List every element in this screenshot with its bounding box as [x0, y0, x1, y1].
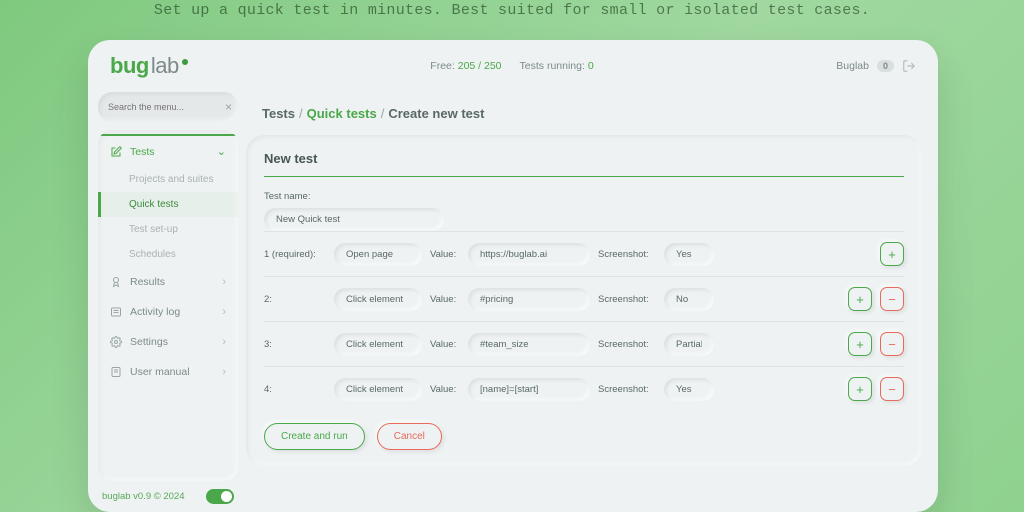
step-row-2: 2: Value: Screenshot: + −: [264, 276, 904, 321]
nav-label: Tests: [130, 146, 155, 158]
main-panel: Tests/Quick tests/Create new test New te…: [246, 92, 938, 512]
step-num: 2:: [264, 294, 326, 305]
clear-search-icon[interactable]: ×: [225, 100, 232, 114]
test-name-label: Test name:: [264, 177, 904, 208]
topbar: buglab Free: 205 / 250 Tests running: 0 …: [88, 40, 938, 92]
sidebar-footer: buglab v0.9 © 2024: [98, 481, 238, 504]
nav-item-activity[interactable]: Activity log ›: [98, 297, 238, 327]
step-action-input[interactable]: [334, 333, 422, 356]
step-value-input[interactable]: [468, 243, 590, 266]
free-label: Free:: [430, 60, 455, 72]
version-text: buglab v0.9 © 2024: [102, 491, 185, 502]
sidebar-search[interactable]: ×: [98, 92, 238, 122]
value-label: Value:: [430, 294, 460, 305]
step-num: 4:: [264, 384, 326, 395]
step-screenshot-input[interactable]: [664, 333, 714, 356]
step-row-1: 1 (required): Value: Screenshot: +: [264, 231, 904, 276]
running-label: Tests running:: [520, 60, 585, 72]
remove-step-button[interactable]: −: [880, 377, 904, 401]
chevron-right-icon: ›: [222, 306, 226, 318]
test-name-input[interactable]: [264, 208, 444, 231]
running-value: 0: [588, 60, 594, 72]
breadcrumb-create: Create new test: [388, 106, 484, 121]
chevron-right-icon: ›: [222, 366, 226, 378]
step-action-input[interactable]: [334, 378, 422, 401]
logo-part1: bug: [110, 53, 149, 79]
sub-item-quick-tests[interactable]: Quick tests: [98, 192, 238, 217]
logo[interactable]: buglab: [110, 53, 188, 79]
nav-label: User manual: [130, 366, 190, 378]
screenshot-label: Screenshot:: [598, 294, 656, 305]
nav-label: Settings: [130, 336, 168, 348]
step-action-input[interactable]: [334, 243, 422, 266]
create-run-button[interactable]: Create and run: [264, 423, 365, 450]
free-value: 205 / 250: [458, 60, 502, 72]
book-icon: [110, 366, 122, 378]
tests-running: Tests running: 0: [520, 60, 594, 72]
add-step-button[interactable]: +: [848, 332, 872, 356]
nav-item-tests[interactable]: Tests ⌄: [98, 134, 238, 167]
nav-label: Activity log: [130, 306, 180, 318]
card-heading: New test: [264, 135, 904, 177]
step-screenshot-input[interactable]: [664, 378, 714, 401]
add-step-button[interactable]: +: [848, 377, 872, 401]
screenshot-label: Screenshot:: [598, 249, 656, 260]
sidebar: × Tests ⌄ Projects and suites Quick test…: [88, 92, 246, 512]
badge-icon: [110, 276, 122, 288]
remove-step-button[interactable]: −: [880, 287, 904, 311]
gear-icon: [110, 336, 122, 348]
nav-item-results[interactable]: Results ›: [98, 267, 238, 297]
add-step-button[interactable]: +: [880, 242, 904, 266]
nav-label: Results: [130, 276, 165, 288]
value-label: Value:: [430, 249, 460, 260]
remove-step-button[interactable]: −: [880, 332, 904, 356]
tagline-text: Set up a quick test in minutes. Best sui…: [0, 0, 1024, 19]
breadcrumb-quick-tests[interactable]: Quick tests: [307, 106, 377, 121]
breadcrumb: Tests/Quick tests/Create new test: [246, 98, 922, 135]
logo-part2: lab: [151, 53, 179, 79]
theme-toggle[interactable]: [206, 489, 234, 504]
add-step-button[interactable]: +: [848, 287, 872, 311]
search-input[interactable]: [108, 102, 225, 112]
step-num: 3:: [264, 339, 326, 350]
logo-dot-icon: [182, 59, 188, 65]
sidebar-nav: Tests ⌄ Projects and suites Quick tests …: [98, 130, 238, 481]
logout-icon[interactable]: [902, 59, 916, 73]
list-icon: [110, 306, 122, 318]
notification-badge: 0: [877, 60, 894, 72]
step-screenshot-input[interactable]: [664, 288, 714, 311]
step-value-input[interactable]: [468, 333, 590, 356]
sub-item-test-setup[interactable]: Test set-up: [98, 217, 238, 242]
step-num: 1 (required):: [264, 249, 326, 260]
nav-item-manual[interactable]: User manual ›: [98, 357, 238, 387]
topbar-stats: Free: 205 / 250 Tests running: 0: [430, 60, 593, 72]
step-screenshot-input[interactable]: [664, 243, 714, 266]
step-action-input[interactable]: [334, 288, 422, 311]
form-actions: Create and run Cancel: [264, 411, 904, 450]
cancel-button[interactable]: Cancel: [377, 423, 442, 450]
screenshot-label: Screenshot:: [598, 339, 656, 350]
value-label: Value:: [430, 384, 460, 395]
step-value-input[interactable]: [468, 288, 590, 311]
chevron-down-icon: ⌄: [217, 145, 226, 158]
free-quota: Free: 205 / 250: [430, 60, 501, 72]
new-test-card: New test Test name: 1 (required): Value:…: [246, 135, 922, 466]
nav-item-settings[interactable]: Settings ›: [98, 327, 238, 357]
chevron-right-icon: ›: [222, 336, 226, 348]
sub-item-schedules[interactable]: Schedules: [98, 242, 238, 267]
value-label: Value:: [430, 339, 460, 350]
app-window: buglab Free: 205 / 250 Tests running: 0 …: [88, 40, 938, 512]
topbar-account[interactable]: Buglab 0: [836, 59, 916, 73]
edit-icon: [110, 146, 122, 158]
step-row-4: 4: Value: Screenshot: + −: [264, 366, 904, 411]
step-row-3: 3: Value: Screenshot: + −: [264, 321, 904, 366]
step-value-input[interactable]: [468, 378, 590, 401]
sub-item-projects[interactable]: Projects and suites: [98, 167, 238, 192]
chevron-right-icon: ›: [222, 276, 226, 288]
breadcrumb-tests[interactable]: Tests: [262, 106, 295, 121]
account-name: Buglab: [836, 60, 869, 72]
screenshot-label: Screenshot:: [598, 384, 656, 395]
